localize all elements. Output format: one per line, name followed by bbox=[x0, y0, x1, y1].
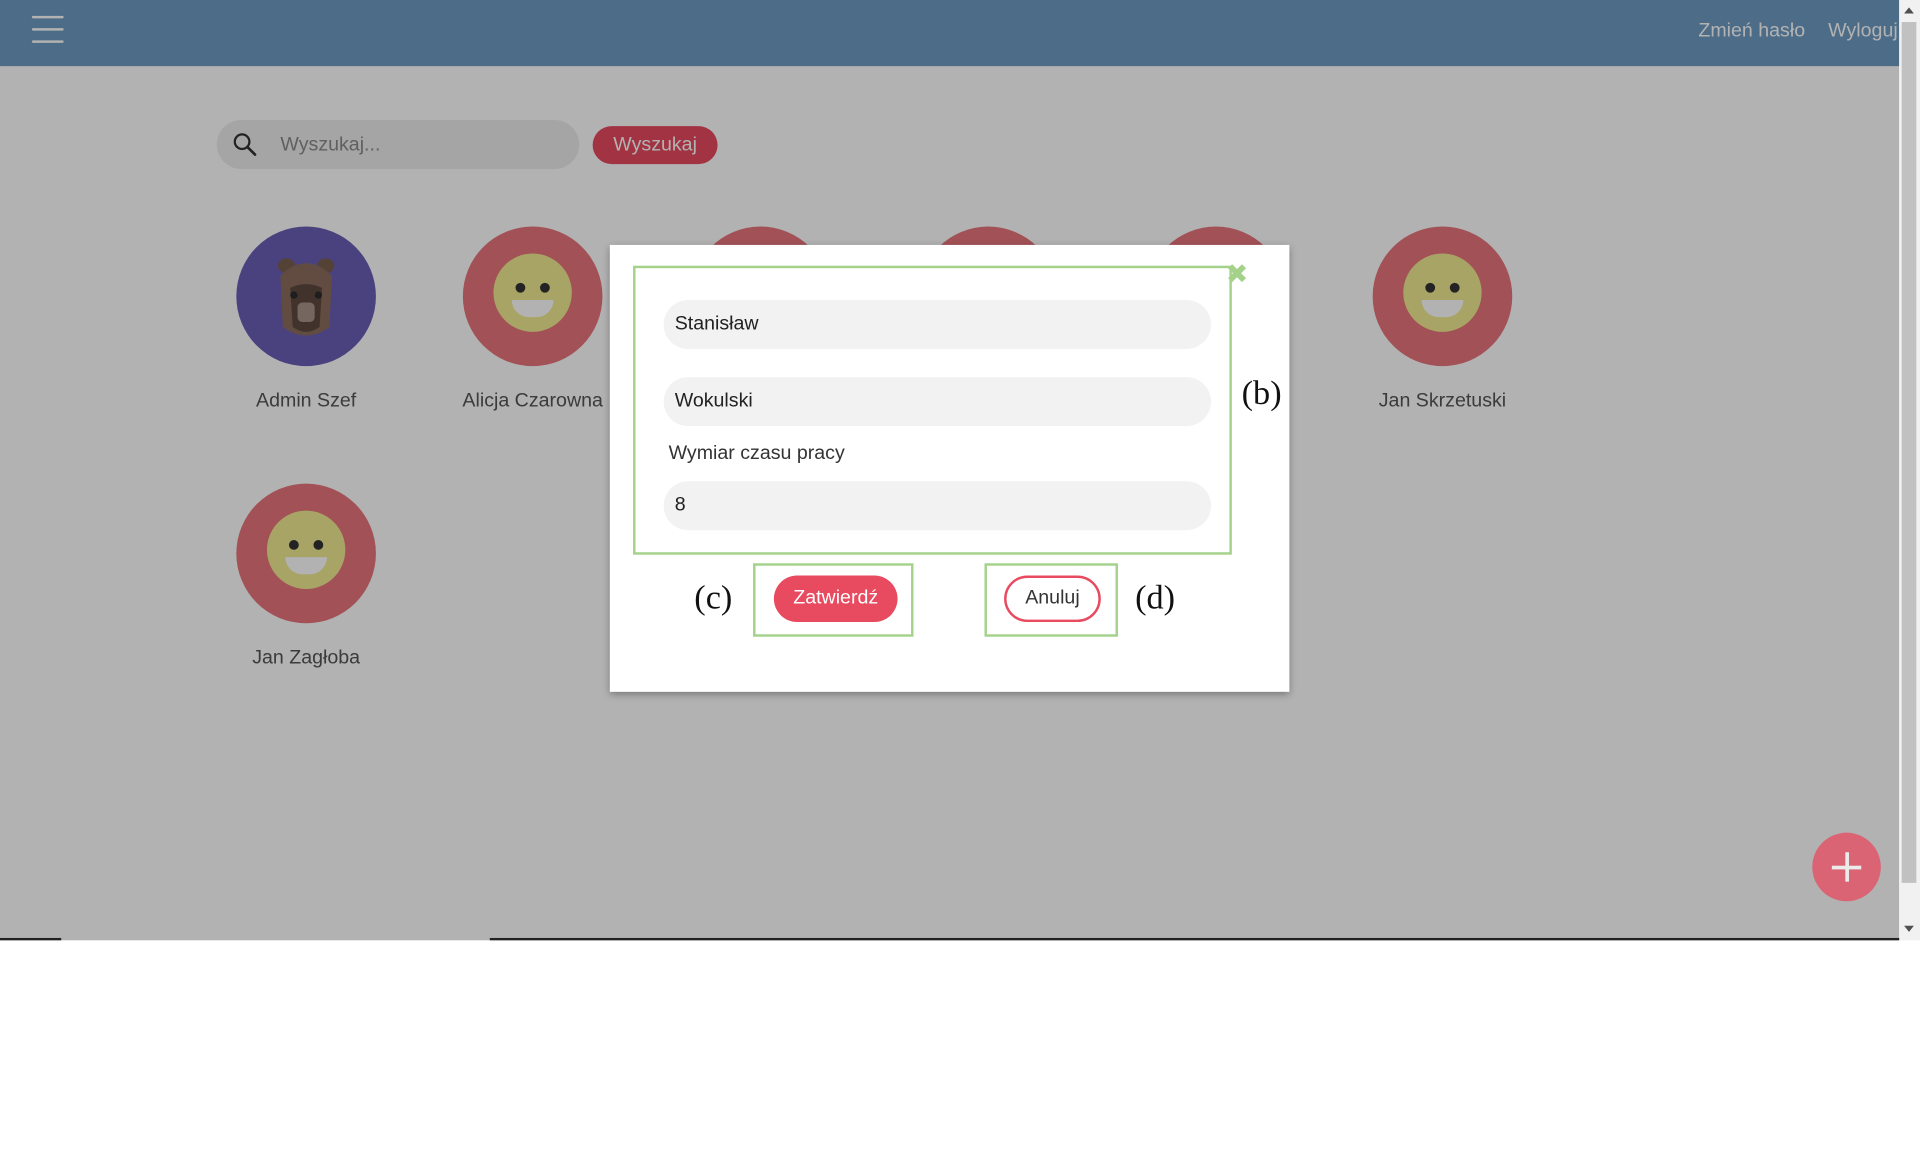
work-time-label: Wymiar czasu pracy bbox=[668, 443, 845, 465]
last-name-field bbox=[663, 377, 1212, 427]
annotation-label-b: (b) bbox=[1241, 374, 1282, 413]
scroll-up-arrow-icon[interactable] bbox=[1904, 7, 1914, 14]
first-name-input[interactable] bbox=[674, 309, 1189, 340]
annotation-label-d: (d) bbox=[1135, 579, 1176, 618]
close-icon[interactable]: ✖ bbox=[1226, 260, 1249, 288]
annotation-label-c: (c) bbox=[694, 579, 733, 618]
add-user-button[interactable] bbox=[1812, 832, 1881, 902]
bottom-divider bbox=[0, 937, 62, 941]
page: Zmień hasło Wyloguj Wyszukaj Admin Szef bbox=[0, 0, 1920, 1152]
first-name-field bbox=[663, 300, 1212, 349]
last-name-input[interactable] bbox=[674, 386, 1189, 417]
work-time-input[interactable] bbox=[674, 491, 1189, 521]
scrollbar-thumb[interactable] bbox=[1901, 22, 1917, 883]
edit-user-modal: ✖ Wymiar czasu pracy (b) Zatwierdź (c) A… bbox=[609, 244, 1290, 692]
bottom-divider bbox=[489, 937, 1900, 941]
app-window: Zmień hasło Wyloguj Wyszukaj Admin Szef bbox=[0, 0, 1920, 941]
work-time-field bbox=[663, 481, 1212, 531]
cancel-button[interactable]: Anuluj bbox=[1004, 575, 1101, 623]
scroll-down-arrow-icon[interactable] bbox=[1904, 925, 1914, 932]
confirm-button[interactable]: Zatwierdź bbox=[773, 575, 898, 623]
vertical-scrollbar[interactable] bbox=[1899, 0, 1920, 941]
